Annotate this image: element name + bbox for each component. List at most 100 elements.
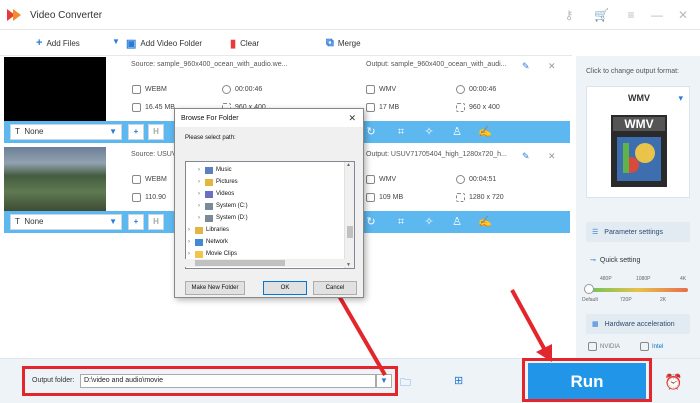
folder-icon bbox=[195, 226, 203, 234]
chevron-right-icon[interactable]: › bbox=[186, 239, 192, 245]
tree-item[interactable]: › System (D:) bbox=[196, 212, 248, 224]
tree-horizontal-scrollbar[interactable] bbox=[185, 259, 345, 267]
tree-item[interactable]: › Pictures bbox=[196, 176, 238, 188]
dialog-close-icon[interactable]: ✕ bbox=[348, 113, 356, 124]
menu-icon[interactable]: ≡ bbox=[624, 8, 638, 22]
output-duration: 00:00:46 bbox=[456, 85, 496, 94]
watermark-icon[interactable]: ♙ bbox=[450, 125, 464, 139]
nvidia-option[interactable]: NVIDIA bbox=[588, 342, 620, 351]
source-duration-value: 00:00:46 bbox=[235, 86, 263, 93]
open-folder-icon[interactable]: 🗀 bbox=[400, 374, 411, 393]
tree-scroll-thumb[interactable] bbox=[347, 226, 353, 238]
crop-icon[interactable]: ⌗ bbox=[394, 215, 408, 229]
rotate-icon[interactable]: ↻ bbox=[364, 125, 378, 139]
clear-label: Clear bbox=[240, 39, 260, 48]
key-icon[interactable]: ⚷ bbox=[562, 8, 576, 22]
film-icon bbox=[132, 175, 141, 184]
folder-icon bbox=[205, 166, 213, 174]
clear-button[interactable]: ▮ Clear bbox=[230, 37, 259, 50]
quick-setting: ⊸ Quick setting bbox=[590, 256, 640, 265]
edit-output-icon[interactable]: ✎ bbox=[522, 151, 530, 162]
folder-icon bbox=[195, 250, 203, 258]
edit-pen-icon[interactable]: ✍ bbox=[478, 125, 492, 139]
scroll-down-icon[interactable]: ▼ bbox=[346, 262, 351, 268]
add-subtitle-button[interactable]: + bbox=[128, 124, 144, 140]
output-resolution: 1280 x 720 bbox=[456, 193, 504, 202]
chevron-right-icon[interactable]: › bbox=[186, 227, 192, 233]
audio-track-button[interactable]: H bbox=[148, 214, 164, 230]
rotate-icon[interactable]: ↻ bbox=[364, 215, 378, 229]
tree-item[interactable]: › Videos bbox=[196, 188, 234, 200]
intel-option[interactable]: Intel bbox=[640, 342, 663, 351]
file-size-icon bbox=[132, 193, 141, 202]
parameter-settings-button[interactable]: ☰ Parameter settings bbox=[586, 222, 690, 242]
folder-tree[interactable]: ▲ ▼ › Music › Pictures › Videos › System (C:) › S… bbox=[185, 161, 355, 269]
add-subtitle-button[interactable]: + bbox=[128, 214, 144, 230]
close-window-icon[interactable]: ✕ bbox=[676, 8, 690, 22]
chevron-right-icon[interactable]: › bbox=[196, 191, 202, 197]
intel-label: Intel bbox=[652, 343, 664, 350]
folder-icon bbox=[205, 214, 213, 222]
sliders-icon: ☰ bbox=[592, 229, 599, 236]
tree-item-label: Network bbox=[206, 239, 229, 245]
wmv-format-icon: WMV bbox=[611, 115, 667, 187]
chevron-right-icon[interactable]: › bbox=[196, 203, 202, 209]
audio-track-button[interactable]: H bbox=[148, 124, 164, 140]
source-size: 110.90 bbox=[132, 193, 166, 202]
output-resolution-value: 1280 x 720 bbox=[469, 194, 504, 201]
scroll-up-icon[interactable]: ▲ bbox=[346, 162, 351, 168]
quality-slider-track[interactable] bbox=[588, 288, 688, 292]
quality-slider-handle[interactable] bbox=[584, 284, 594, 294]
tree-hscroll-thumb[interactable] bbox=[195, 260, 285, 266]
output-format-selector[interactable]: WMV ▾ WMV bbox=[586, 86, 690, 198]
effects-wand-icon[interactable]: ✧ bbox=[422, 215, 436, 229]
add-files-dropdown[interactable]: ▼ bbox=[112, 37, 120, 46]
edit-output-icon[interactable]: ✎ bbox=[522, 61, 530, 72]
effects-wand-icon[interactable]: ✧ bbox=[422, 125, 436, 139]
chevron-right-icon[interactable]: › bbox=[196, 167, 202, 173]
output-size-value: 109 MB bbox=[379, 194, 404, 201]
edit-pen-icon[interactable]: ✍ bbox=[478, 215, 492, 229]
tree-item[interactable]: › Music bbox=[196, 164, 232, 176]
film-icon bbox=[132, 85, 141, 94]
remove-file-icon[interactable]: ✕ bbox=[548, 151, 556, 162]
subtitle-select[interactable]: T None ▼ bbox=[10, 124, 122, 140]
hardware-acceleration-button[interactable]: ▦ Hardware acceleration bbox=[586, 314, 690, 334]
make-new-folder-button[interactable]: Make New Folder bbox=[185, 281, 245, 295]
cart-icon[interactable]: 🛒 bbox=[594, 8, 609, 22]
crop-icon[interactable]: ⌗ bbox=[394, 125, 408, 139]
tree-item-label: Music bbox=[216, 167, 232, 173]
ok-button[interactable]: OK bbox=[263, 281, 307, 295]
add-files-label: Add Files bbox=[46, 38, 80, 48]
chevron-right-icon[interactable]: › bbox=[196, 179, 202, 185]
remove-file-icon[interactable]: ✕ bbox=[548, 61, 556, 72]
folder-icon bbox=[205, 190, 213, 198]
dialog-title: Browse For Folder bbox=[181, 115, 239, 122]
output-format-panel: Click to change output format: WMV ▾ WMV… bbox=[576, 56, 700, 358]
chevron-down-icon: ▾ bbox=[678, 93, 683, 103]
cancel-button[interactable]: Cancel bbox=[313, 281, 357, 295]
video-thumbnail[interactable] bbox=[4, 57, 106, 121]
merge-output-icon[interactable]: ⊞ bbox=[454, 374, 463, 387]
tree-item[interactable]: › Libraries bbox=[186, 224, 229, 236]
title-bar: Video Converter ⚷ 🛒 ≡ — ✕ bbox=[0, 0, 700, 30]
merge-button[interactable]: ⧉ Merge bbox=[326, 37, 361, 50]
tree-item[interactable]: › System (C:) bbox=[196, 200, 248, 212]
video-thumbnail[interactable] bbox=[4, 147, 106, 211]
output-name: Output: sample_960x400_ocean_with_audi..… bbox=[366, 61, 507, 68]
chevron-right-icon[interactable]: › bbox=[186, 251, 192, 257]
alarm-clock-icon[interactable]: ⏰ bbox=[664, 373, 683, 391]
watermark-icon[interactable]: ♙ bbox=[450, 215, 464, 229]
minimize-icon[interactable]: — bbox=[650, 8, 664, 22]
parameter-settings-label: Parameter settings bbox=[604, 228, 664, 236]
source-format: WEBM bbox=[132, 85, 167, 94]
clock-icon bbox=[456, 85, 465, 94]
tick-720p: 720P bbox=[620, 297, 632, 303]
subtitle-select[interactable]: T None ▼ bbox=[10, 214, 122, 230]
tree-vertical-scrollbar[interactable]: ▲ ▼ bbox=[344, 162, 354, 268]
tree-item[interactable]: › Network bbox=[186, 236, 228, 248]
chevron-right-icon[interactable]: › bbox=[196, 215, 202, 221]
arrow-to-run bbox=[510, 289, 548, 353]
add-video-folder-button[interactable]: ▣ Add Video Folder bbox=[126, 37, 202, 50]
add-files-button[interactable]: + Add Files bbox=[36, 37, 80, 49]
